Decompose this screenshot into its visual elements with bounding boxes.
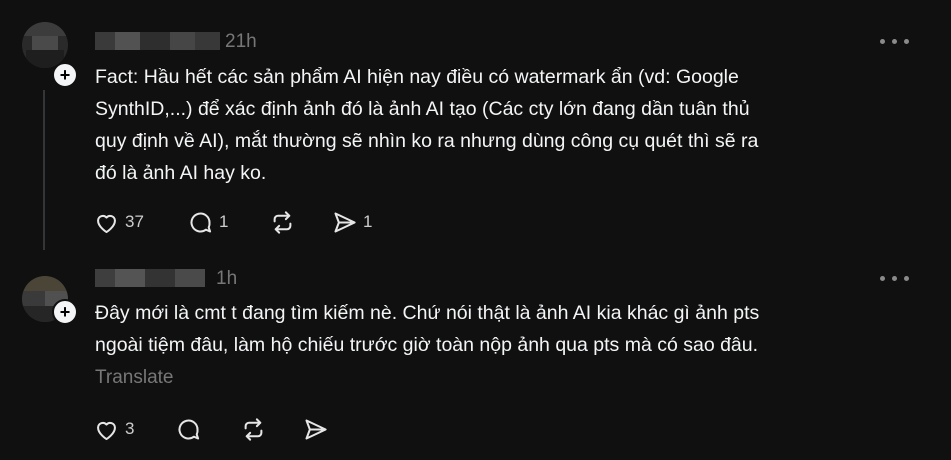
share-button[interactable] <box>302 414 329 444</box>
more-icon[interactable] <box>878 36 912 48</box>
like-button[interactable]: 37 <box>93 207 144 237</box>
comment-count: 1 <box>219 212 229 231</box>
avatar[interactable] <box>22 22 68 68</box>
repost-icon <box>244 417 263 441</box>
repost-icon <box>273 210 292 234</box>
comment-icon <box>178 418 200 440</box>
username-redacted[interactable] <box>95 32 220 50</box>
post-time: 21h <box>225 31 257 52</box>
action-bar: 3 <box>93 414 353 444</box>
comment-button[interactable] <box>175 414 202 444</box>
thread-line <box>43 90 45 250</box>
heart-icon <box>97 214 116 233</box>
post-text: Đây mới là cmt t đang tìm kiếm nè. Chứ n… <box>95 302 760 356</box>
reply-post-1: + 21h Fact: Hầu hết các sản phẩm AI hiện… <box>0 0 951 250</box>
share-icon <box>334 211 356 233</box>
comment-icon <box>190 211 212 233</box>
like-count: 37 <box>125 212 144 231</box>
username-redacted[interactable] <box>95 269 205 287</box>
share-button[interactable]: 1 <box>331 207 372 237</box>
like-button[interactable]: 3 <box>93 414 134 444</box>
share-count: 1 <box>363 212 373 231</box>
translate-link[interactable]: Translate <box>95 367 174 389</box>
like-count: 3 <box>125 419 135 438</box>
share-icon <box>305 418 327 440</box>
post-text: Fact: Hầu hết các sản phẩm AI hiện nay đ… <box>95 66 759 184</box>
action-bar: 37 1 1 <box>93 207 393 237</box>
reply-post-2: + 1h Đây mới là cmt t đang tìm kiếm nè. … <box>0 252 951 460</box>
repost-button[interactable] <box>269 207 296 237</box>
heart-icon <box>97 421 116 440</box>
follow-plus-icon[interactable]: + <box>52 62 78 88</box>
more-icon[interactable] <box>878 273 912 285</box>
repost-button[interactable] <box>240 414 267 444</box>
post-time: 1h <box>216 268 238 289</box>
comment-button[interactable]: 1 <box>187 207 228 237</box>
follow-plus-icon[interactable]: + <box>52 299 78 325</box>
